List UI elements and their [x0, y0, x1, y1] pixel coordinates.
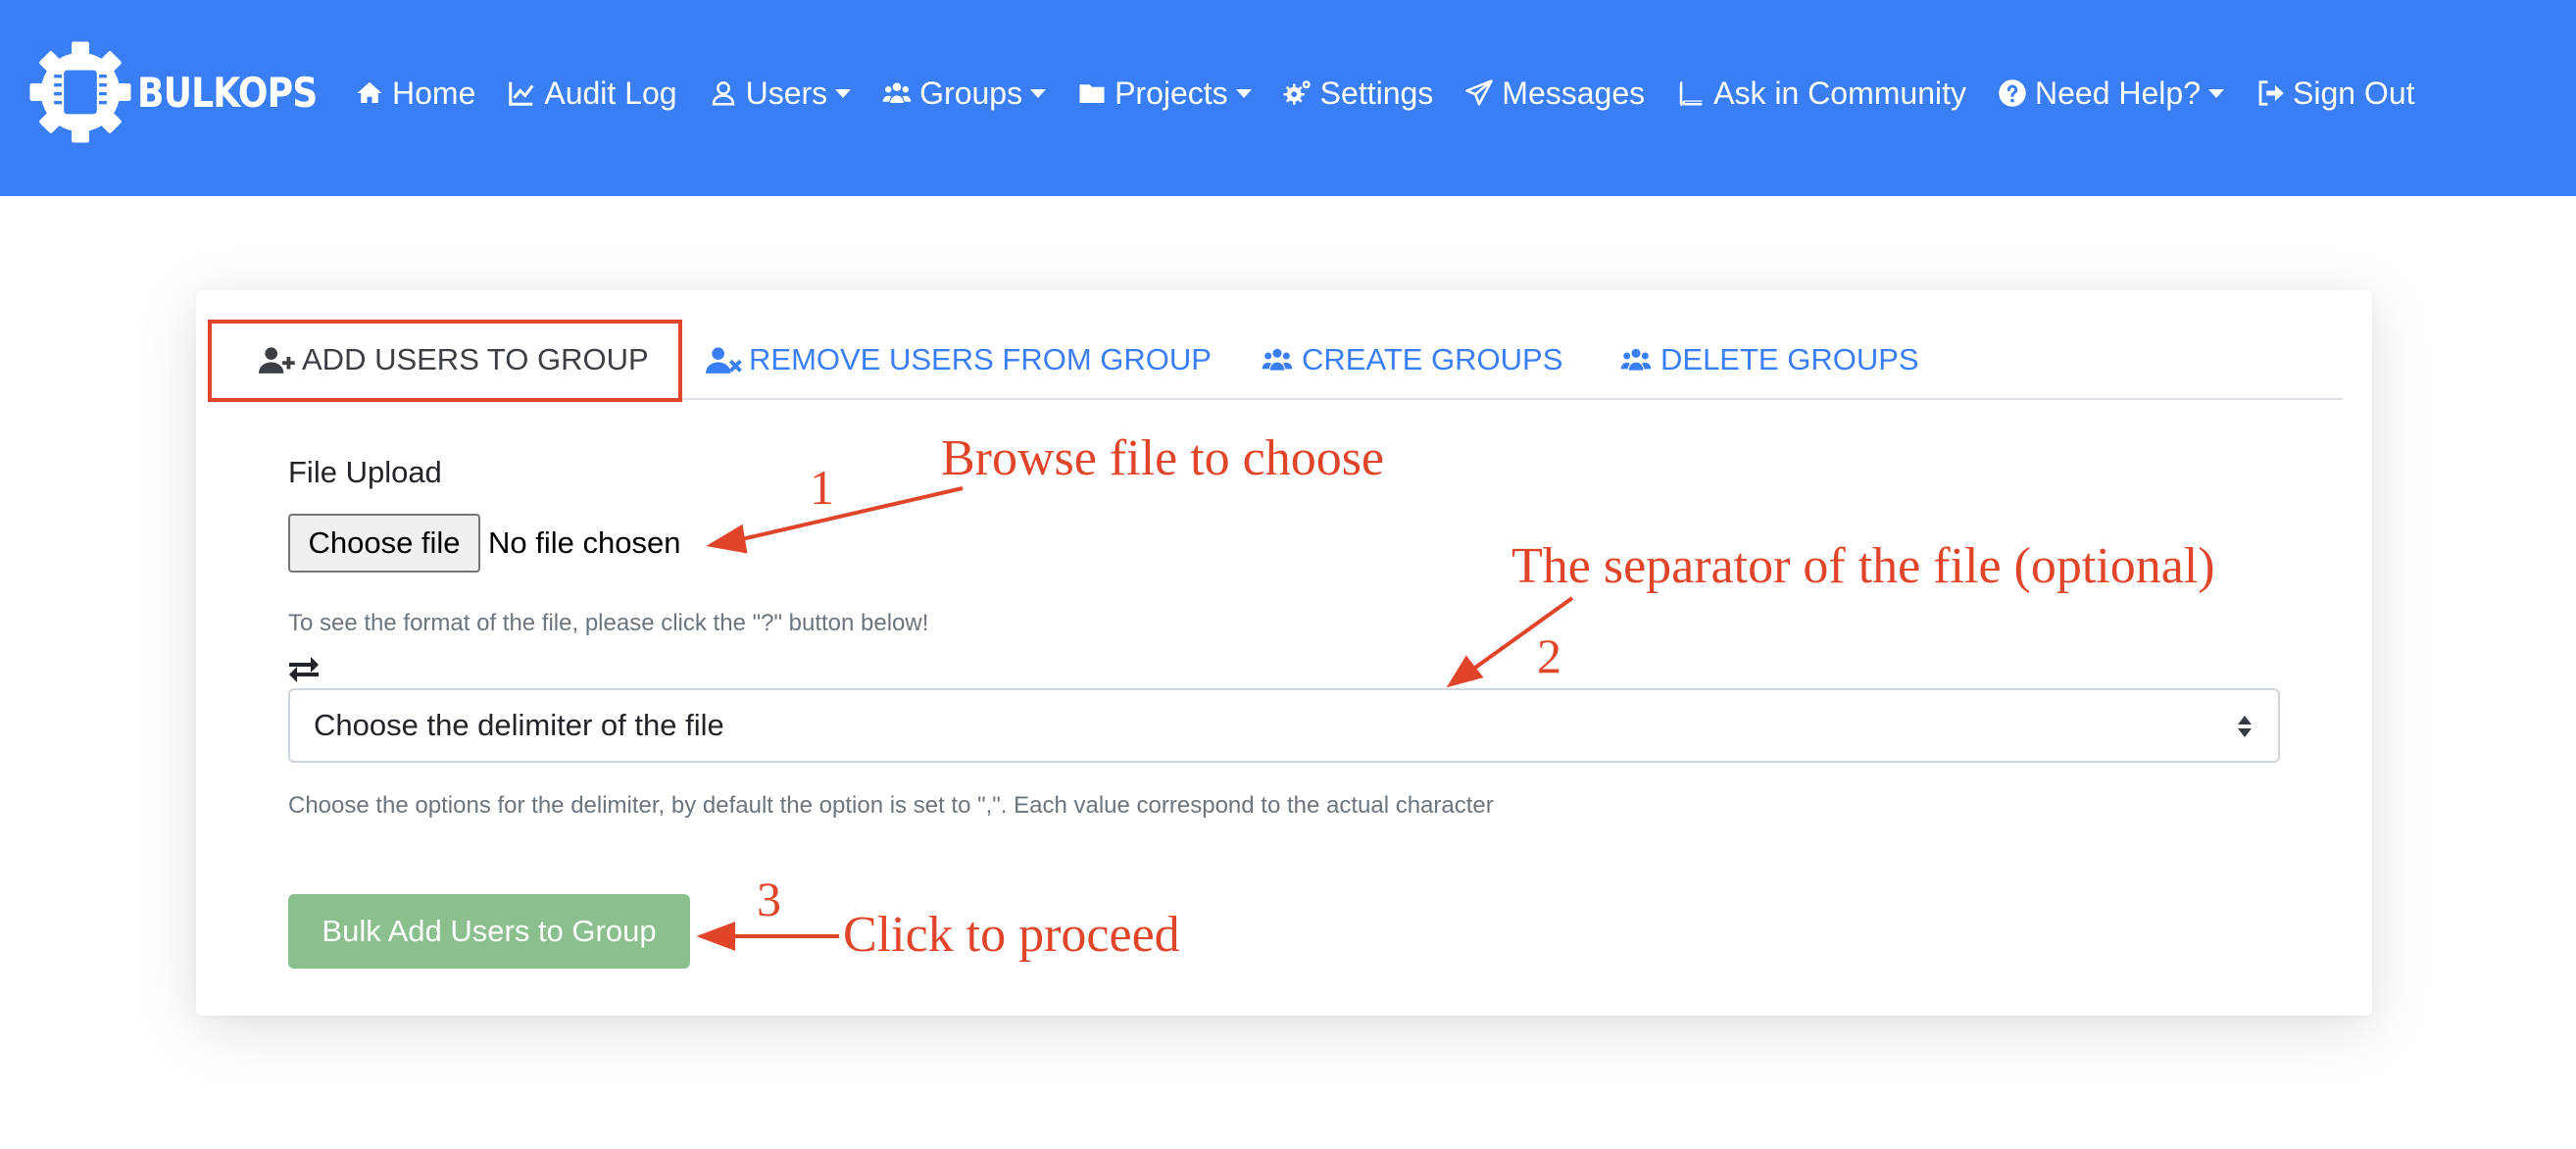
tab-create-groups[interactable]: CREATE GROUPS	[1259, 320, 1562, 400]
bulk-add-users-button[interactable]: Bulk Add Users to Group	[288, 894, 690, 969]
users-group-icon	[1262, 348, 1293, 371]
nav-users-label: Users	[745, 75, 828, 111]
group-operations-card: ADD USERS TO GROUP REMOVE USERS FROM GRO…	[196, 290, 2372, 1016]
choose-file-button[interactable]: Choose file	[288, 514, 480, 573]
line-chart-icon	[509, 81, 534, 106]
top-navbar: BULKOPS Home Audit Log Users Groups Proj…	[0, 0, 2576, 196]
cogs-icon	[1283, 80, 1311, 105]
caret-down-icon	[835, 88, 852, 98]
nav-projects-label: Projects	[1115, 75, 1228, 111]
delimiter-select-value: Choose the delimiter of the file	[314, 708, 724, 742]
tab-create-groups-label: CREATE GROUPS	[1302, 342, 1563, 376]
tab-delete-groups[interactable]: DELETE GROUPS	[1617, 320, 1919, 400]
nav-need-help-dropdown[interactable]: Need Help?	[1998, 75, 2224, 112]
active-tab-highlight-box	[208, 320, 682, 402]
file-upload-label: File Upload	[288, 455, 442, 489]
paper-plane-icon	[1465, 79, 1494, 106]
brand-name: BULKOPS	[137, 68, 318, 117]
user-outline-icon	[712, 81, 734, 106]
delimiter-help: Choose the options for the delimiter, by…	[288, 792, 1494, 819]
nav-settings-label: Settings	[1319, 75, 1434, 111]
nav-settings[interactable]: Settings	[1283, 75, 1434, 112]
nav-home-label: Home	[392, 75, 476, 111]
users-group-icon	[1620, 348, 1652, 371]
nav-home[interactable]: Home	[355, 75, 475, 112]
nav-sign-out[interactable]: Sign Out	[2255, 75, 2415, 112]
users-group-icon	[882, 82, 912, 103]
caret-down-icon	[2207, 88, 2224, 98]
nav-ask-community[interactable]: Ask in Community	[1676, 75, 1966, 112]
annotation-step-1-number: 1	[810, 460, 834, 515]
nav-audit-log-label: Audit Log	[544, 75, 677, 111]
annotation-step-3-number: 3	[757, 872, 781, 926]
gear-chip-logo-icon	[29, 41, 131, 143]
nav-need-help-label: Need Help?	[2034, 75, 2201, 111]
annotation-step-2-number: 2	[1537, 628, 1561, 683]
nav-groups-dropdown[interactable]: Groups	[882, 75, 1047, 112]
tab-remove-users-from-group[interactable]: REMOVE USERS FROM GROUP	[706, 320, 1212, 400]
tab-remove-users-label: REMOVE USERS FROM GROUP	[749, 342, 1212, 376]
nav-messages[interactable]: Messages	[1464, 75, 1645, 112]
sign-out-icon	[2258, 80, 2284, 106]
nav-users-dropdown[interactable]: Users	[709, 75, 852, 112]
tab-delete-groups-label: DELETE GROUPS	[1660, 342, 1919, 376]
caret-down-icon	[1030, 88, 1047, 98]
exchange-arrows-icon	[289, 657, 319, 682]
nav-projects-dropdown[interactable]: Projects	[1077, 75, 1252, 112]
select-arrows-icon	[2238, 716, 2252, 737]
nav-groups-label: Groups	[919, 75, 1023, 111]
annotation-step-1-text: Browse file to choose	[941, 430, 1385, 486]
file-format-help: To see the format of the file, please cl…	[288, 610, 929, 636]
folder-icon	[1079, 84, 1105, 103]
main-nav: Home Audit Log Users Groups Projects Set…	[355, 69, 2447, 118]
annotation-step-3-text: Click to proceed	[843, 907, 1180, 963]
question-circle-icon	[1999, 79, 2026, 107]
file-status-text: No file chosen	[488, 525, 681, 560]
home-icon	[357, 81, 382, 103]
delimiter-select[interactable]: Choose the delimiter of the file	[288, 688, 2280, 763]
annotation-step-2-text: The separator of the file (optional)	[1511, 538, 2215, 594]
nav-ask-community-label: Ask in Community	[1713, 75, 1966, 111]
nav-audit-log[interactable]: Audit Log	[507, 75, 677, 112]
brand[interactable]: BULKOPS	[25, 37, 346, 147]
caret-down-icon	[1235, 88, 1252, 98]
nav-sign-out-label: Sign Out	[2292, 75, 2415, 111]
nav-messages-label: Messages	[1502, 75, 1646, 111]
book-icon	[1679, 80, 1703, 107]
user-times-icon	[706, 347, 742, 374]
